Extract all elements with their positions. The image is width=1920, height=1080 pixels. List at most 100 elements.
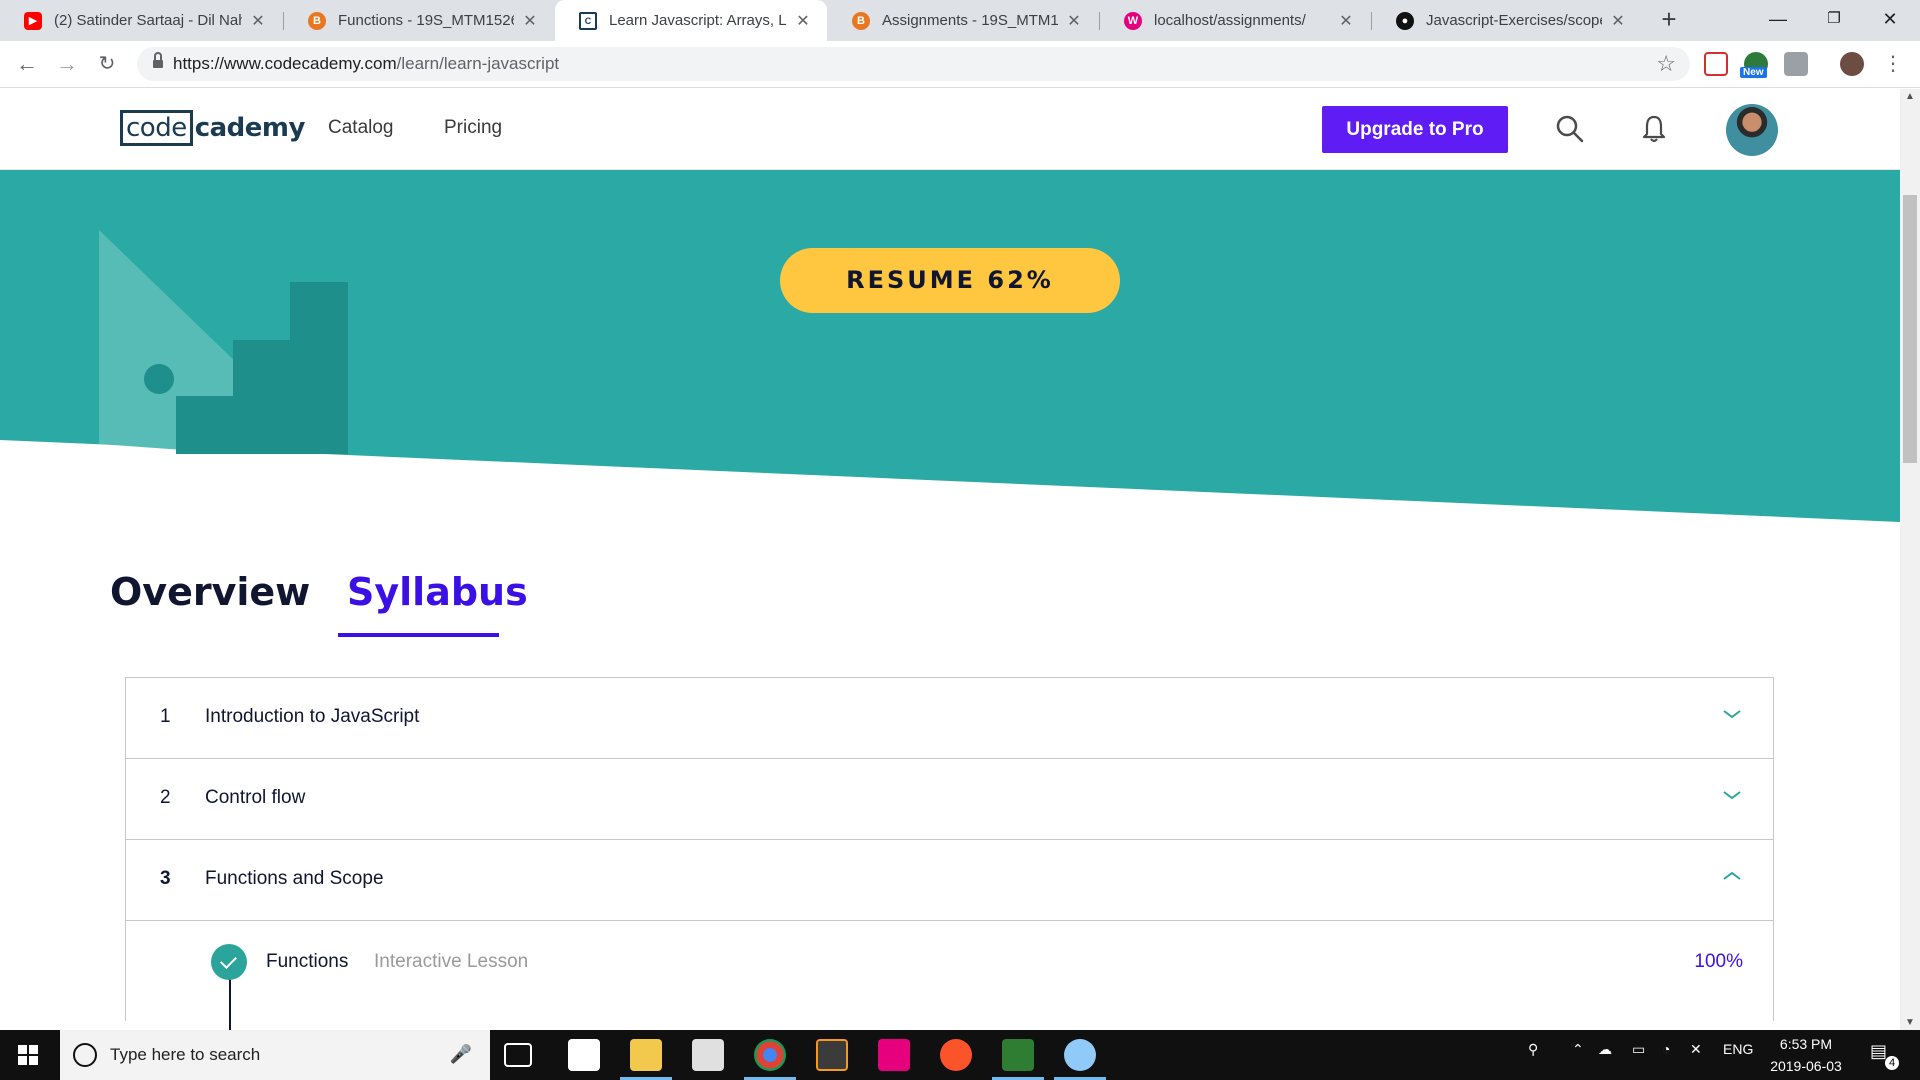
hero-background [0, 170, 1900, 522]
address-bar[interactable]: https://www.codecademy.com/learn/learn-j… [137, 47, 1690, 81]
browser-tab-title: Learn Javascript: Arrays, Loops [609, 12, 787, 29]
browser-tab[interactable]: W localhost/assignments/ ✕ [1100, 0, 1370, 41]
minimize-button[interactable]: — [1750, 0, 1806, 41]
close-tab-icon[interactable]: ✕ [1064, 11, 1084, 31]
nav-pricing[interactable]: Pricing [444, 117, 502, 139]
scroll-down-arrow-icon[interactable]: ▼ [1905, 1017, 1915, 1028]
extension-icon[interactable] [1704, 52, 1728, 76]
browser-tab-title: (2) Satinder Sartaaj - Dil Nahi [54, 12, 242, 29]
brave-icon[interactable] [940, 1039, 972, 1071]
camera-extension-icon[interactable] [1784, 52, 1808, 76]
codecademy-icon: C [579, 11, 597, 30]
close-tab-icon[interactable]: ✕ [1336, 11, 1356, 31]
unit-title: Introduction to JavaScript [205, 706, 420, 727]
menu-dots-icon[interactable]: ⋮ [1878, 49, 1908, 79]
site-header: code cademy Catalog Pricing Upgrade to Pr… [0, 89, 1900, 170]
resume-button[interactable]: RESUME 62% [780, 248, 1120, 313]
bookmark-star-icon[interactable]: ☆ [1656, 51, 1676, 77]
new-tab-button[interactable]: + [1655, 6, 1683, 34]
notification-bell-icon[interactable] [1638, 113, 1670, 145]
task-view-icon[interactable] [504, 1043, 532, 1067]
close-tab-icon[interactable]: ✕ [793, 11, 813, 31]
url-path: /learn/learn-javascript [396, 54, 560, 73]
lesson-name: Functions [266, 951, 349, 972]
taskbar-clock[interactable]: 6:53 PM 2019-06-03 [1758, 1033, 1854, 1077]
brightspace-icon: B [308, 11, 326, 30]
logo-box-text: code [120, 110, 193, 146]
active-tab-indicator [338, 633, 499, 637]
github-icon: ● [1396, 11, 1414, 30]
syllabus-unit-row[interactable]: 1 Introduction to JavaScript [126, 678, 1773, 759]
reload-button[interactable]: ↻ [92, 49, 122, 79]
browser-tab[interactable]: ▶ (2) Satinder Sartaaj - Dil Nahi ✕ [0, 0, 282, 41]
back-button[interactable]: ← [12, 49, 42, 79]
user-avatar[interactable] [1726, 104, 1778, 156]
check-complete-icon [211, 944, 247, 980]
tab-syllabus[interactable]: Syllabus [347, 570, 528, 614]
scrollbar-thumb[interactable] [1903, 195, 1917, 463]
onedrive-cloud-icon[interactable]: ☁ [1598, 1041, 1612, 1058]
cortana-icon [73, 1043, 97, 1067]
close-tab-icon[interactable]: ✕ [248, 11, 268, 31]
lock-icon [153, 52, 163, 69]
file-explorer-icon[interactable] [630, 1039, 662, 1071]
notepad-app-icon[interactable] [1002, 1039, 1034, 1071]
scroll-up-arrow-icon[interactable]: ▲ [1905, 91, 1915, 102]
syllabus-unit-row[interactable]: 2 Control flow [126, 759, 1773, 840]
chevron-down-icon[interactable] [1721, 703, 1743, 725]
notification-count-badge: 4 [1885, 1056, 1899, 1070]
people-icon[interactable]: ⚲ [1528, 1041, 1538, 1058]
lesson-connector-line [229, 971, 231, 1031]
microsoft-store-icon[interactable] [568, 1039, 600, 1071]
brightspace-icon: B [852, 11, 870, 30]
wifi-icon[interactable]: ◔ [1662, 1041, 1670, 1057]
windows-start-icon[interactable] [18, 1045, 38, 1065]
tab-overview[interactable]: Overview [110, 570, 310, 614]
browser-tab-title: localhost/assignments/ [1154, 12, 1306, 29]
chevron-up-icon[interactable] [1721, 865, 1743, 887]
taskbar-search-box[interactable]: Type here to search 🎤 [60, 1030, 490, 1080]
syllabus-unit-row-expanded[interactable]: 3 Functions and Scope [126, 840, 1773, 921]
new-badge: New [1740, 67, 1767, 78]
lesson-type: Interactive Lesson [374, 951, 529, 972]
lesson-row[interactable]: Functions Interactive Lesson 100% [126, 921, 1773, 1031]
url-host: https://www.codecademy.com [173, 54, 397, 73]
nav-catalog[interactable]: Catalog [328, 117, 394, 139]
browser-tab-title: Assignments - 19S_MTM153 [882, 12, 1058, 29]
syllabus-list: 1 Introduction to JavaScript 2 Control f… [125, 677, 1774, 1031]
close-tab-icon[interactable]: ✕ [520, 11, 540, 31]
forward-button[interactable]: → [52, 49, 82, 79]
browser-tab-title: Functions - 19S_MTM1526_3 [338, 12, 514, 29]
volume-muted-icon[interactable]: ✕ [1690, 1041, 1702, 1058]
clock-date: 2019-06-03 [1770, 1058, 1842, 1074]
upgrade-to-pro-button[interactable]: Upgrade to Pro [1322, 106, 1508, 153]
camera-app-icon[interactable] [692, 1039, 724, 1071]
sublime-text-icon[interactable] [816, 1039, 848, 1071]
microphone-icon[interactable]: 🎤 [450, 1044, 472, 1065]
close-window-button[interactable]: ✕ [1862, 0, 1918, 41]
unit-title: Functions and Scope [205, 868, 384, 889]
chrome-icon[interactable] [754, 1039, 786, 1071]
close-tab-icon[interactable]: ✕ [1608, 11, 1628, 31]
battery-icon[interactable]: ▭ [1632, 1041, 1645, 1058]
profile-avatar-icon[interactable] [1840, 52, 1864, 76]
browser-toolbar: ← → ↻ https://www.codecademy.com/learn/l… [0, 41, 1920, 88]
paint-app-icon[interactable] [1064, 1039, 1096, 1071]
codecademy-logo[interactable]: code cademy [120, 110, 305, 146]
browser-tab[interactable]: B Functions - 19S_MTM1526_3 ✕ [284, 0, 554, 41]
unit-number: 1 [160, 706, 171, 727]
browser-tab[interactable]: ● Javascript-Exercises/scope.pr ✕ [1372, 0, 1642, 41]
browser-tab-strip: ▶ (2) Satinder Sartaaj - Dil Nahi ✕ B Fu… [0, 0, 1920, 41]
wamp-icon[interactable] [878, 1039, 910, 1071]
hero-banner [0, 170, 1900, 522]
taskbar-search-placeholder: Type here to search [110, 1045, 261, 1064]
restore-button[interactable]: ❐ [1806, 0, 1862, 41]
action-center-icon[interactable]: ▤ [1870, 1041, 1887, 1062]
show-hidden-icons-chevron-icon[interactable]: ⌃ [1572, 1041, 1584, 1058]
browser-tab[interactable]: B Assignments - 19S_MTM153 ✕ [828, 0, 1098, 41]
page-scrollbar[interactable]: ▲ ▼ [1900, 89, 1920, 1030]
search-icon[interactable] [1554, 113, 1586, 145]
language-indicator[interactable]: ENG [1723, 1041, 1753, 1057]
browser-tab-active[interactable]: C Learn Javascript: Arrays, Loops ✕ [555, 0, 827, 41]
chevron-down-icon[interactable] [1721, 784, 1743, 806]
